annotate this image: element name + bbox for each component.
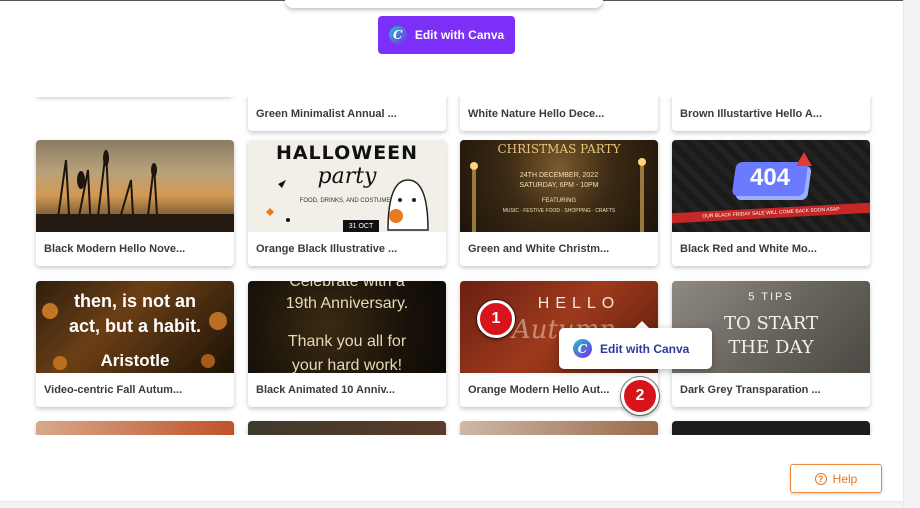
anniversary-line-4: your hard work!	[291, 357, 403, 373]
template-thumbnail[interactable]: 404 OUR BLACK FRIDAY SALE WILL COME BACK…	[672, 140, 870, 232]
question-circle-icon: ?	[814, 472, 827, 485]
template-card[interactable]: HALLOWEEN party FOOD, DRINKS, AND COSTUM…	[248, 140, 446, 266]
template-thumbnail[interactable]	[460, 421, 658, 435]
template-card[interactable]: 404 OUR BLACK FRIDAY SALE WILL COME BACK…	[672, 140, 870, 266]
template-thumbnail[interactable]	[672, 421, 870, 435]
template-name: Black Modern Hello Nove...	[44, 243, 186, 255]
edit-with-canva-popup-button[interactable]: C Edit with Canva	[559, 328, 712, 369]
step-marker-1: 1	[477, 300, 515, 338]
canva-logo-icon: C	[573, 339, 592, 358]
quote-author: Aristotle	[100, 351, 170, 370]
tips-count-text: 5 TIPS	[748, 291, 794, 303]
scrollbar-track[interactable]	[903, 0, 920, 507]
canva-logo-icon: C	[388, 26, 407, 44]
template-card[interactable]: CHRISTMAS PARTY 24TH DECEMBER, 2022 SATU…	[460, 140, 658, 266]
template-name: Video-centric Fall Autum...	[44, 384, 183, 396]
sale-banner: OUR BLACK FRIDAY SALE WILL COME BACK SOO…	[672, 202, 870, 224]
template-card[interactable]: Celebrate with a 19th Anniversary. Thank…	[248, 281, 446, 407]
edit-with-canva-label: Edit with Canva	[414, 28, 505, 42]
hello-text: HELLO	[537, 295, 621, 312]
template-card[interactable]	[672, 421, 870, 435]
anniversary-line-3: Thank you all for	[287, 333, 407, 350]
quote-line-2: act, but a habit.	[68, 316, 201, 336]
anniversary-line-2: 19th Anniversary.	[285, 295, 409, 312]
template-grid: Green Minimalist Annual ... White Nature…	[0, 97, 903, 435]
template-thumbnail[interactable]: then, is not an act, but a habit. Aristo…	[36, 281, 234, 373]
help-button[interactable]: ? Help	[790, 464, 882, 493]
template-card[interactable]: White Nature Hello Dece...	[460, 97, 658, 131]
template-name: Dark Grey Transparation ...	[680, 384, 821, 396]
template-thumbnail[interactable]	[36, 421, 234, 435]
template-name: Green Minimalist Annual ...	[256, 108, 397, 120]
template-thumbnail[interactable]: CHRISTMAS PARTY 24TH DECEMBER, 2022 SATU…	[460, 140, 658, 232]
warning-icon	[796, 152, 812, 166]
template-name: Green and White Christm...	[468, 243, 610, 255]
step-marker-2: 2	[621, 377, 659, 415]
template-name: Black Red and White Mo...	[680, 243, 817, 255]
template-card[interactable]	[460, 421, 658, 435]
candles-graphic	[470, 158, 646, 232]
template-name: White Nature Hello Dece...	[468, 108, 605, 120]
edit-with-canva-button[interactable]: C Edit with Canva	[378, 16, 515, 54]
help-label: Help	[832, 471, 858, 486]
template-card[interactable]	[36, 421, 234, 435]
template-card[interactable]: Brown Illustartive Hello A...	[672, 97, 870, 131]
template-card[interactable]: then, is not an act, but a habit. Aristo…	[36, 281, 234, 407]
template-name: Orange Black Illustrative ...	[256, 243, 398, 255]
template-thumbnail[interactable]: HALLOWEEN party FOOD, DRINKS, AND COSTUM…	[248, 140, 446, 232]
ghost-graphic	[266, 179, 429, 231]
template-thumbnail[interactable]	[36, 140, 234, 232]
anniversary-line-1: Celebrate with a	[289, 281, 405, 290]
preview-card-edge	[285, 0, 603, 8]
quote-line-1: then, is not an	[73, 291, 196, 311]
template-thumbnail[interactable]: Celebrate with a 19th Anniversary. Thank…	[248, 281, 446, 373]
template-thumbnail[interactable]	[248, 421, 446, 435]
popup-label: Edit with Canva	[600, 341, 690, 356]
template-card[interactable]: Black Modern Hello Nove...	[36, 140, 234, 266]
template-card[interactable]: Green Minimalist Annual ...	[248, 97, 446, 131]
template-name: Black Animated 10 Anniv...	[256, 384, 395, 396]
error-code-text: 404	[749, 164, 791, 191]
template-name: Brown Illustartive Hello A...	[680, 108, 823, 120]
template-card[interactable]	[248, 421, 446, 435]
grass-silhouette-graphic	[36, 149, 234, 232]
